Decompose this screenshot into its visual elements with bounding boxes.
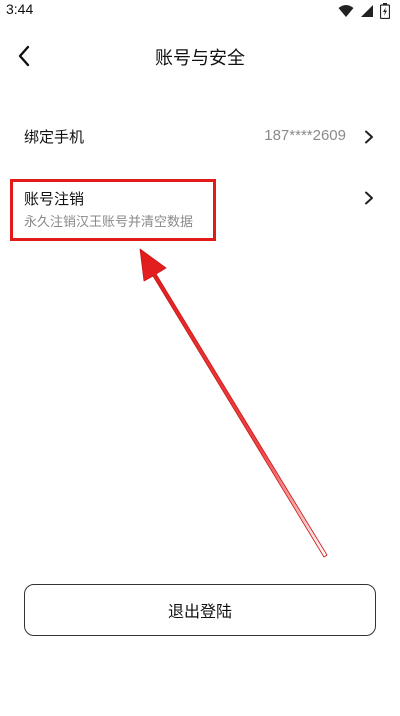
nav-header: 账号与安全 <box>0 32 400 80</box>
logout-button[interactable]: 退出登陆 <box>24 584 376 636</box>
wifi-icon <box>338 5 354 17</box>
settings-item-label: 绑定手机 <box>24 128 85 146</box>
phone-number-value: 187****2609 <box>264 127 346 144</box>
signal-icon <box>361 5 373 17</box>
status-time: 3:44 <box>6 1 34 17</box>
chevron-right-icon <box>365 130 373 144</box>
status-bar: 3:44 <box>0 0 400 22</box>
chevron-right-icon <box>365 191 373 205</box>
status-icons <box>338 3 390 19</box>
page-title: 账号与安全 <box>155 48 245 69</box>
battery-icon <box>380 3 390 19</box>
highlight-box <box>10 179 216 241</box>
settings-item-bind-phone[interactable]: 绑定手机 187****2609 <box>0 118 400 154</box>
